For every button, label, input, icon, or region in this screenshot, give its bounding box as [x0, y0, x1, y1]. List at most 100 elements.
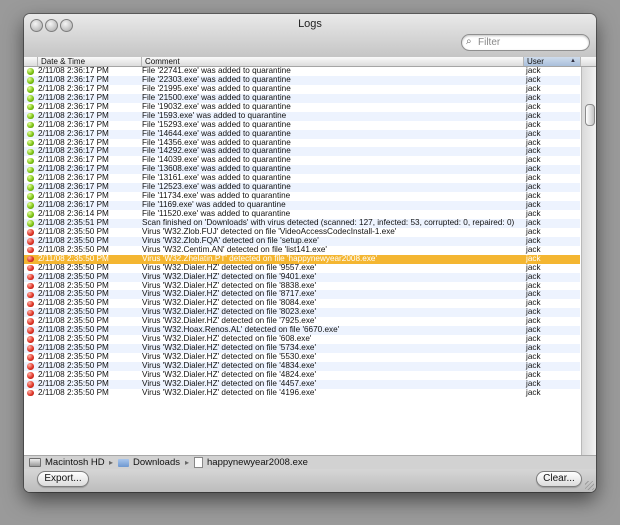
path-item-label: happynewyear2008.exe — [207, 457, 308, 468]
hard-drive-icon — [29, 458, 41, 467]
cell-comment: Virus 'W32.Dialer.HZ' detected on file '… — [142, 263, 317, 272]
cell-comment: File '22741.exe' was added to quarantine — [142, 67, 291, 75]
filter-field[interactable]: ⌕ — [461, 34, 590, 51]
resize-grip[interactable] — [585, 481, 594, 490]
status-ok-icon — [27, 103, 34, 111]
cell-comment: Virus 'W32.Hoax.Renos.AL' detected on fi… — [142, 326, 340, 335]
cell-comment: Virus 'W32.Centim.AN' detected on file '… — [142, 245, 327, 254]
export-button[interactable]: Export... — [37, 471, 89, 487]
status-ok-icon — [27, 175, 34, 182]
cell-comment: Virus 'W32.Dialer.HZ' detected on file '… — [142, 272, 317, 281]
header-corner — [581, 57, 596, 66]
status-ok-icon — [27, 148, 34, 156]
status-alert-icon — [27, 264, 34, 272]
status-ok-icon — [27, 157, 34, 165]
title-bar: Logs ⌕ — [24, 14, 596, 58]
status-ok-icon — [27, 211, 34, 218]
cell-comment: Virus 'W32.Dialer.HZ' detected on file '… — [142, 379, 317, 388]
cell-comment: File '14039.exe' was added to quarantine — [142, 156, 291, 165]
folder-icon — [118, 458, 129, 467]
logs-window: Logs ⌕ Date & Time Comment User ▲ 2/11/0… — [24, 14, 596, 492]
cell-comment: File '13608.exe' was added to quarantine — [142, 165, 291, 174]
column-header-user-label: User — [527, 57, 544, 66]
path-bar: Macintosh HD ▸ Downloads ▸ happynewyear2… — [24, 455, 596, 469]
cell-user: jack — [526, 387, 541, 397]
column-header-date[interactable]: Date & Time — [38, 57, 142, 66]
status-ok-icon — [27, 139, 34, 147]
status-ok-icon — [27, 220, 34, 227]
cell-comment: Virus 'W32.Dialer.HZ' detected on file '… — [142, 353, 317, 361]
path-item-downloads[interactable]: Downloads — [118, 456, 180, 469]
path-item-label: Downloads — [133, 457, 180, 468]
cell-comment: Virus 'W32.Dialer.HZ' detected on file '… — [142, 281, 317, 290]
status-alert-icon — [27, 354, 34, 361]
status-ok-icon — [27, 130, 34, 138]
log-table: Date & Time Comment User ▲ 2/11/08 2:36:… — [24, 57, 596, 455]
cell-comment: File '22303.exe' was added to quarantine — [142, 75, 291, 84]
status-ok-icon — [27, 193, 34, 200]
table-header: Date & Time Comment User ▲ — [24, 57, 596, 67]
status-ok-icon — [27, 86, 34, 93]
status-alert-icon — [27, 318, 34, 325]
cell-comment: Virus 'W32.Dialer.HZ' detected on file '… — [142, 344, 317, 353]
cell-comment: File '1593.exe' was added to quarantine — [142, 111, 287, 120]
path-separator-icon: ▸ — [109, 458, 114, 467]
column-header-comment[interactable]: Comment — [142, 57, 524, 66]
cell-comment: Virus 'W32.Dialer.HZ' detected on file '… — [142, 370, 317, 379]
cell-comment: Virus 'W32.Dialer.HZ' detected on file '… — [142, 317, 317, 326]
cell-comment: File '12523.exe' was added to quarantine — [142, 183, 291, 192]
path-item-macintosh-hd[interactable]: Macintosh HD — [29, 456, 105, 469]
status-alert-icon — [27, 389, 34, 397]
status-alert-icon — [27, 238, 34, 245]
log-rows: 2/11/08 2:36:17 PM File '22741.exe' was a… — [24, 66, 580, 398]
cell-comment: Virus 'W32.Dialer.HZ' detected on file '… — [142, 308, 317, 317]
status-alert-icon — [27, 309, 34, 316]
cell-comment: File '14644.exe' was added to quarantine — [142, 129, 291, 138]
cell-comment: File '19032.exe' was added to quarantine — [142, 102, 291, 111]
path-item-label: Macintosh HD — [45, 457, 105, 468]
status-alert-icon — [27, 300, 34, 308]
column-header-status[interactable] — [24, 57, 38, 66]
cell-comment: File '11520.exe' was added to quarantine — [142, 210, 291, 218]
status-alert-icon — [27, 282, 34, 290]
bottom-bar: Export... Clear... — [24, 469, 596, 492]
cell-comment: File '1169.exe' was added to quarantine — [142, 201, 286, 210]
cell-comment: File '11734.exe' was added to quarantine — [142, 192, 291, 201]
table-row[interactable]: 2/11/08 2:35:50 PM Virus 'W32.Dialer.HZ' … — [24, 387, 580, 398]
cell-comment: File '21500.exe' was added to quarantine — [142, 93, 291, 102]
cell-comment: File '21995.exe' was added to quarantine — [142, 84, 291, 93]
cell-date: 2/11/08 2:35:50 PM — [38, 387, 109, 397]
cell-comment: Virus 'W32.Zlob.FQA' detected on file 's… — [142, 236, 319, 245]
path-item-file[interactable]: happynewyear2008.exe — [194, 456, 308, 469]
status-alert-icon — [27, 363, 34, 370]
status-alert-icon — [27, 291, 34, 299]
status-alert-icon — [27, 246, 34, 254]
clear-button[interactable]: Clear... — [536, 471, 582, 487]
search-icon: ⌕ — [466, 36, 472, 47]
cell-comment: File '13161.exe' was added to quarantine — [142, 174, 291, 183]
status-alert-icon — [27, 381, 34, 388]
cell-comment: File '14292.exe' was added to quarantine — [142, 147, 291, 156]
sort-ascending-icon: ▲ — [570, 58, 576, 64]
status-ok-icon — [27, 202, 34, 209]
status-ok-icon — [27, 112, 34, 120]
status-alert-icon — [27, 255, 34, 263]
cell-comment: Virus 'W32.Dialer.HZ' detected on file '… — [142, 388, 317, 397]
window-title: Logs — [298, 18, 322, 30]
status-ok-icon — [27, 77, 34, 84]
status-ok-icon — [27, 184, 34, 191]
cell-comment: Virus 'W32.Zlob.FUJ' detected on file 'V… — [142, 227, 397, 236]
cell-comment: File '14356.exe' was added to quarantine — [142, 138, 291, 147]
cell-comment: Virus 'W32.Zhelatin.PT' detected on file… — [142, 254, 378, 263]
filter-input[interactable] — [478, 35, 582, 50]
column-header-user[interactable]: User ▲ — [524, 57, 581, 66]
scrollbar-thumb[interactable] — [585, 104, 595, 126]
status-alert-icon — [27, 327, 34, 334]
status-alert-icon — [27, 273, 34, 281]
cell-comment: Scan finished on 'Downloads' with virus … — [142, 218, 515, 227]
cell-comment: File '15293.exe' was added to quarantine — [142, 120, 291, 129]
vertical-scrollbar[interactable] — [581, 67, 596, 455]
cell-comment: Virus 'W32.Dialer.HZ' detected on file '… — [142, 290, 317, 299]
status-ok-icon — [27, 95, 34, 102]
document-icon — [194, 457, 203, 468]
